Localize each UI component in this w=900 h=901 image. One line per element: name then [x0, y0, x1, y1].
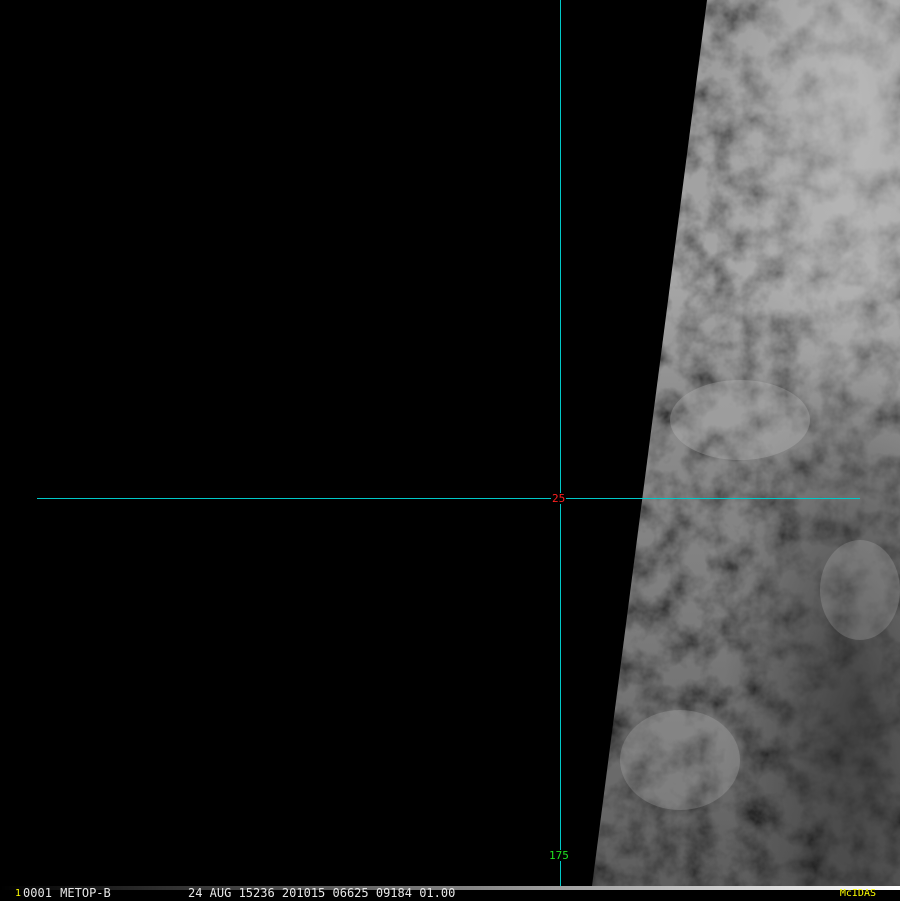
satellite-name: METOP-B: [60, 886, 111, 900]
image-id: 0001: [23, 886, 52, 900]
longitude-label: 175: [548, 849, 570, 862]
mcidas-brand: McIDAS: [839, 888, 876, 899]
satellite-image-viewer[interactable]: 25 175: [0, 0, 900, 886]
status-bar: 1 0001 METOP-B 24 AUG 15236 201015 06625 …: [0, 886, 900, 900]
image-date-time: 24 AUG 15236 201015 06625 09184 01.00: [188, 886, 456, 900]
latitude-label: 25: [551, 492, 567, 505]
satellite-image: [37, 0, 900, 886]
frame-number: 1: [15, 888, 22, 899]
satellite-swath: [592, 0, 900, 886]
